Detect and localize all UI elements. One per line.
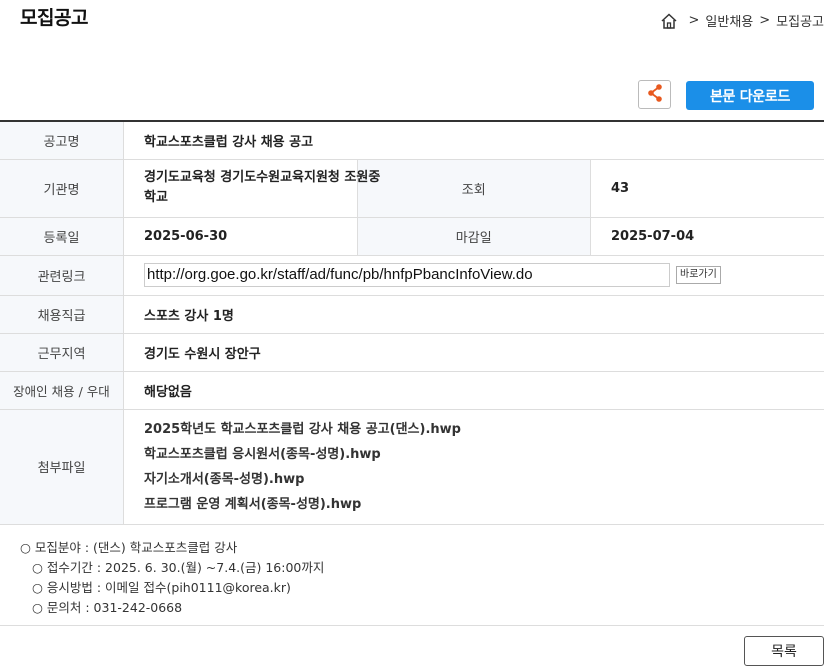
notice-line: ○ 응시방법 : 이메일 접수(pih0111@korea.kr) xyxy=(32,580,291,595)
deadline-label: 마감일 xyxy=(356,217,591,256)
table-row: 등록일 2025-06-30 마감일 2025-07-04 xyxy=(0,217,824,256)
notice-body: ○ 모집분야 : (댄스) 학교스포츠클럽 강사 ○ 접수기간 : 2025. … xyxy=(20,538,324,618)
attachment-link[interactable]: 프로그램 운영 계획서(종목-성명).hwp xyxy=(144,492,824,517)
attachment-link[interactable]: 2025학년도 학교스포츠클럽 강사 채용 공고(댄스).hwp xyxy=(144,417,824,442)
title-value: 학교스포츠클럽 강사 채용 공고 xyxy=(123,121,824,160)
page-title: 모집공고 xyxy=(20,7,88,29)
link-label: 관련링크 xyxy=(0,255,124,296)
table-row: 관련링크 http://org.goe.go.kr/staff/ad/func/… xyxy=(0,255,824,296)
notice-line: ○ 모집분야 : (댄스) 학교스포츠클럽 강사 xyxy=(20,540,238,555)
views-value: 43 xyxy=(590,159,824,218)
attachments-label: 첨부파일 xyxy=(0,409,124,525)
attachment-link[interactable]: 자기소개서(종목-성명).hwp xyxy=(144,467,824,492)
breadcrumb-item-notice[interactable]: 모집공고 xyxy=(776,11,824,30)
breadcrumb: > 일반채용 > 모집공고 xyxy=(660,11,824,30)
views-label: 조회 xyxy=(356,159,591,218)
table-row: 채용직급 스포츠 강사 1명 xyxy=(0,295,824,334)
link-value-cell: http://org.goe.go.kr/staff/ad/func/pb/hn… xyxy=(123,255,824,296)
table-row: 기관명 경기도교육청 경기도수원교육지원청 조원중학교 조회 43 xyxy=(0,159,824,218)
agency-label: 기관명 xyxy=(0,159,124,218)
notice-info-table: 공고명 학교스포츠클럽 강사 채용 공고 기관명 경기도교육청 경기도수원교육지… xyxy=(0,120,824,525)
share-button[interactable] xyxy=(638,80,671,109)
related-link-field[interactable]: http://org.goe.go.kr/staff/ad/func/pb/hn… xyxy=(144,263,670,287)
notice-line: ○ 문의처 : 031-242-0668 xyxy=(32,600,183,615)
home-icon[interactable] xyxy=(660,12,678,30)
attachment-link[interactable]: 학교스포츠클럽 응시원서(종목-성명).hwp xyxy=(144,442,824,467)
share-icon xyxy=(646,83,664,107)
download-button[interactable]: 본문 다운로드 xyxy=(686,81,814,110)
table-row: 첨부파일 2025학년도 학교스포츠클럽 강사 채용 공고(댄스).hwp 학교… xyxy=(0,409,824,525)
registered-label: 등록일 xyxy=(0,217,124,256)
agency-value-cell: 경기도교육청 경기도수원교육지원청 조원중학교 xyxy=(123,159,380,218)
table-row: 공고명 학교스포츠클럽 강사 채용 공고 xyxy=(0,121,824,160)
title-label: 공고명 xyxy=(0,121,124,160)
notice-line: ○ 접수기간 : 2025. 6. 30.(월) ~7.4.(금) 16:00까… xyxy=(32,560,325,575)
position-value: 스포츠 강사 1명 xyxy=(123,295,824,334)
table-row: 근무지역 경기도 수원시 장안구 xyxy=(0,333,824,372)
list-button[interactable]: 목록 xyxy=(744,636,824,666)
disability-value: 해당없음 xyxy=(123,371,824,410)
position-label: 채용직급 xyxy=(0,295,124,334)
region-value: 경기도 수원시 장안구 xyxy=(123,333,824,372)
table-row: 장애인 채용 / 우대 해당없음 xyxy=(0,371,824,410)
go-link-button[interactable]: 바로가기 xyxy=(676,266,721,284)
divider xyxy=(0,625,824,626)
breadcrumb-item-general[interactable]: 일반채용 xyxy=(705,11,753,30)
breadcrumb-separator: > xyxy=(688,13,700,28)
attachments-list: 2025학년도 학교스포츠클럽 강사 채용 공고(댄스).hwp 학교스포츠클럽… xyxy=(123,409,824,525)
breadcrumb-separator: > xyxy=(759,13,771,28)
disability-label: 장애인 채용 / 우대 xyxy=(0,371,124,410)
deadline-value: 2025-07-04 xyxy=(590,217,824,256)
agency-value: 경기도교육청 경기도수원교육지원청 조원중학교 xyxy=(144,170,381,205)
registered-value: 2025-06-30 xyxy=(123,217,357,256)
region-label: 근무지역 xyxy=(0,333,124,372)
